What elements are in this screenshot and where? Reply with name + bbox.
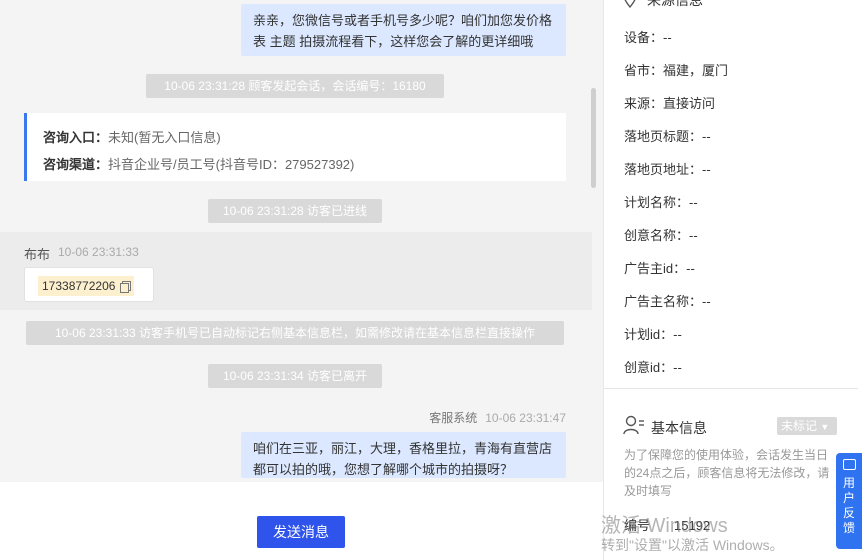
source-info-value: 福建，厦门 <box>663 63 729 78</box>
user-info-icon <box>623 415 644 435</box>
user-feedback-button[interactable]: 用户反馈 <box>836 453 862 549</box>
copy-icon[interactable] <box>120 280 132 293</box>
phone-number-pill[interactable]: 17338772206 <box>38 276 135 296</box>
source-info-value: -- <box>663 30 672 45</box>
visitor-message-time: 10-06 23:31:33 <box>58 245 139 259</box>
location-icon <box>624 0 636 8</box>
source-info-value: -- <box>673 327 682 342</box>
feedback-label: 用户反馈 <box>842 476 855 535</box>
system-message-visitor-left: 10-06 23:31:34 访客已离开 <box>208 364 382 388</box>
agent-message-header: 客服系统 10-06 23:31:47 <box>429 409 566 426</box>
source-info-label: 广告主id： <box>624 261 687 276</box>
system-message-visitor-entered: 10-06 23:31:28 访客已进线 <box>208 199 382 223</box>
system-message-phone-marked: 10-06 23:31:33 访客手机号已自动标记右侧基本信息栏，如需修改请在基… <box>26 321 564 345</box>
chat-scrollbar[interactable] <box>591 88 596 188</box>
source-info-label: 创意名称： <box>624 228 690 243</box>
source-info-header: 来源信息 <box>623 0 703 10</box>
source-info-label: 来源： <box>624 96 664 111</box>
visitor-name: 布布 <box>24 247 51 262</box>
feedback-chat-icon <box>842 459 856 470</box>
visitor-message-card: 17338772206 <box>24 267 154 302</box>
source-info-row: 来源：直接访问 <box>624 93 715 112</box>
consult-info-card: 咨询入口：未知(暂无入口信息) 咨询渠道：抖音企业号/员工号(抖音号ID：279… <box>24 113 566 181</box>
source-info-row: 落地页标题：-- <box>624 126 711 145</box>
source-info-title: 来源信息 <box>647 0 703 8</box>
source-info-label: 计划id： <box>624 327 674 342</box>
source-info-row: 落地页地址：-- <box>624 159 711 178</box>
source-info-value: -- <box>702 129 711 144</box>
source-info-label: 创意id： <box>624 360 674 375</box>
entry-label: 咨询入口： <box>43 130 109 145</box>
source-info-row: 广告主名称：-- <box>624 291 711 310</box>
agent-message-time: 10-06 23:31:47 <box>485 411 566 425</box>
source-info-value: -- <box>689 195 698 210</box>
source-info-value: -- <box>689 228 698 243</box>
outgoing-message: 咱们在三亚，丽江，大理，香格里拉，青海有直营店都可以拍的哦，您想了解哪个城市的拍… <box>241 432 566 478</box>
source-info-row: 广告主id：-- <box>624 258 695 277</box>
edit-notice: 为了保障您的使用体验，会话发生当日的24点之后，顾客信息将无法修改，请及时填写 <box>624 448 830 498</box>
outgoing-message: 亲亲，您微信号或者手机号多少呢？咱们加您发价格表 主题 拍摄流程看下，这样您会了… <box>241 4 566 56</box>
source-info-value: -- <box>702 162 711 177</box>
source-info-value: -- <box>686 261 695 276</box>
basic-info-title: 基本信息 <box>651 420 707 436</box>
tag-status-dropdown[interactable]: 未标记 ▼ <box>777 417 837 435</box>
side-divider <box>604 388 858 389</box>
source-info-value: -- <box>702 294 711 309</box>
source-info-value: 直接访问 <box>663 96 716 111</box>
source-info-row: 计划id：-- <box>624 324 682 343</box>
source-info-label: 计划名称： <box>624 195 690 210</box>
source-info-label: 广告主名称： <box>624 294 703 309</box>
source-info-row: 设备：-- <box>624 27 672 46</box>
caret-down-icon: ▼ <box>820 422 830 432</box>
send-message-button[interactable]: 发送消息 <box>257 516 345 548</box>
chat-panel[interactable]: 亲亲，您微信号或者手机号多少呢？咱们加您发价格表 主题 拍摄流程看下，这样您会了… <box>0 0 603 482</box>
source-info-row: 创意id：-- <box>624 357 682 376</box>
system-message-session-start: 10-06 23:31:28 顾客发起会话，会话编号：16180 <box>146 74 444 98</box>
agent-name: 客服系统 <box>429 411 478 425</box>
phone-number: 17338772206 <box>42 279 116 293</box>
channel-label: 咨询渠道： <box>43 157 109 172</box>
windows-activation-hint: 转到"设置"以激活 Windows。 <box>601 537 784 553</box>
source-info-label: 省市： <box>624 63 664 78</box>
source-info-row: 省市：福建，厦门 <box>624 60 728 79</box>
source-info-value: -- <box>673 360 682 375</box>
source-info-row: 创意名称：-- <box>624 225 698 244</box>
entry-value: 未知(暂无入口信息) <box>108 130 221 145</box>
source-info-label: 落地页标题： <box>624 129 703 144</box>
source-info-row: 计划名称：-- <box>624 192 698 211</box>
tag-status-label: 未标记 <box>781 419 818 433</box>
channel-value: 抖音企业号/员工号(抖音号ID：279527392) <box>108 157 355 172</box>
source-info-label: 落地页地址： <box>624 162 703 177</box>
windows-activation-watermark: 激活 Windows <box>601 515 728 537</box>
source-info-label: 设备： <box>624 30 664 45</box>
